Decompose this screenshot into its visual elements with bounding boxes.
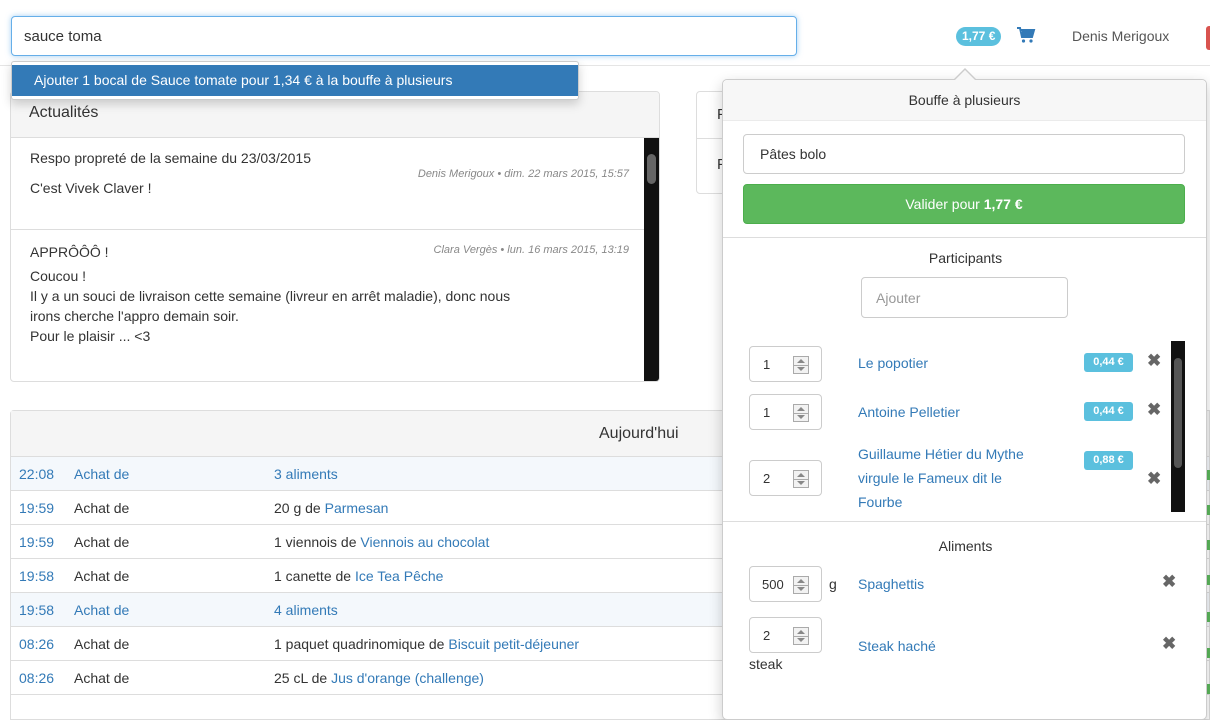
- time-link[interactable]: 22:08: [19, 457, 54, 491]
- item-prefix: 20 g de: [274, 500, 325, 516]
- quantity-stepper[interactable]: 500: [749, 566, 822, 602]
- news-item: APPRÔÔÔ ! Clara Vergès • lun. 16 mars 20…: [11, 230, 659, 356]
- purchase-link[interactable]: Achat de: [74, 457, 129, 491]
- remove-x-icon[interactable]: ✖: [1147, 400, 1161, 420]
- spinner-arrows-icon[interactable]: [793, 470, 809, 488]
- time-link[interactable]: 19:58: [19, 559, 54, 593]
- news-panel: Actualités Respo propreté de la semaine …: [10, 91, 660, 382]
- news-body-line: Il y a un souci de livraison cette semai…: [30, 288, 511, 304]
- aliment-link[interactable]: Spaghettis: [858, 572, 924, 596]
- autocomplete-dropdown: Ajouter 1 bocal de Sauce tomate pour 1,3…: [11, 61, 579, 100]
- news-scrollbar-thumb[interactable]: [647, 154, 656, 184]
- user-name-link[interactable]: Denis Merigoux: [1072, 28, 1169, 44]
- validate-label: Valider pour: [905, 196, 984, 212]
- participant-link[interactable]: Guillaume Hétier du Mythe virgule le Fame…: [858, 442, 1024, 514]
- top-bar: 1,77 € Denis Merigoux: [0, 0, 1210, 66]
- autocomplete-option[interactable]: Ajouter 1 bocal de Sauce tomate pour 1,3…: [12, 65, 578, 96]
- item-link[interactable]: Viennois au chocolat: [360, 534, 489, 550]
- remove-x-icon[interactable]: ✖: [1162, 634, 1176, 654]
- validate-amount: 1,77 €: [983, 196, 1023, 212]
- participant-amount-badge: 0,44 €: [1084, 402, 1133, 421]
- spinner-arrows-icon[interactable]: [793, 627, 809, 645]
- quantity-value: 500: [762, 577, 784, 592]
- participant-name-line: Guillaume Hétier du Mythe: [858, 446, 1024, 462]
- aliment-unit: g: [829, 576, 837, 592]
- participant-amount-badge: 0,88 €: [1084, 451, 1133, 470]
- item-link[interactable]: 4 aliments: [274, 602, 338, 618]
- item-prefix: 25 cL de: [274, 670, 332, 686]
- quantity-stepper[interactable]: 2: [749, 617, 822, 653]
- participants-title: Participants: [928, 250, 1003, 266]
- item-prefix: 1 viennois de: [274, 534, 361, 550]
- item-link[interactable]: 3 aliments: [274, 466, 338, 482]
- group-meal-popover: Bouffe à plusieurs Valider pour 1,77 € P…: [722, 79, 1207, 720]
- remove-x-icon[interactable]: ✖: [1147, 469, 1161, 489]
- meal-name-input[interactable]: [743, 134, 1185, 174]
- balance-badge[interactable]: 1,77 €: [956, 27, 1002, 46]
- validate-button[interactable]: Valider pour 1,77 €: [743, 184, 1185, 224]
- time-link[interactable]: 19:59: [19, 525, 54, 559]
- participant-name-line: virgule le Fameux dit le: [858, 470, 1002, 486]
- time-link[interactable]: 08:26: [19, 627, 54, 661]
- spinner-arrows-icon[interactable]: [793, 576, 809, 594]
- logout-button-edge[interactable]: [1206, 26, 1210, 50]
- news-item: Respo propreté de la semaine du 23/03/20…: [11, 138, 659, 230]
- item-link[interactable]: Jus d'orange (challenge): [331, 670, 484, 686]
- aliment-link[interactable]: Steak haché: [858, 634, 936, 658]
- quantity-stepper[interactable]: 1: [749, 394, 822, 430]
- aliments-title: Aliments: [938, 538, 993, 554]
- purchase-label: Achat de: [74, 500, 130, 516]
- news-body-line: irons cherche l'appro demain soir.: [30, 308, 239, 324]
- quantity-stepper[interactable]: 2: [749, 460, 822, 496]
- quantity-value: 1: [763, 357, 771, 372]
- time-link[interactable]: 19:58: [19, 593, 54, 627]
- aliment-unit: steak: [749, 656, 783, 672]
- item-prefix: 1 paquet quadrinomique de: [274, 636, 449, 652]
- quantity-value: 2: [763, 628, 771, 643]
- quantity-value: 1: [763, 405, 771, 420]
- popover-title: Bouffe à plusieurs: [723, 80, 1206, 121]
- purchase-label: Achat de: [74, 568, 130, 584]
- remove-x-icon[interactable]: ✖: [1162, 572, 1176, 592]
- purchase-label: Achat de: [74, 670, 130, 686]
- purchase-label: Achat de: [74, 636, 130, 652]
- news-meta: Denis Merigoux • dim. 22 mars 2015, 15:5…: [417, 168, 629, 180]
- search-input[interactable]: [11, 16, 797, 56]
- quantity-value: 2: [763, 471, 771, 486]
- item-link[interactable]: Biscuit petit-déjeuner: [448, 636, 579, 652]
- participant-amount-badge: 0,44 €: [1084, 353, 1133, 372]
- time-link[interactable]: 08:26: [19, 661, 54, 695]
- participant-link[interactable]: Antoine Pelletier: [858, 400, 960, 424]
- participants-scrollbar-thumb[interactable]: [1174, 358, 1182, 468]
- participant-link[interactable]: Le popotier: [858, 351, 928, 375]
- item-link[interactable]: Ice Tea Pêche: [355, 568, 443, 584]
- quantity-stepper[interactable]: 1: [749, 346, 822, 382]
- time-link[interactable]: 19:59: [19, 491, 54, 525]
- item-prefix: 1 canette de: [274, 568, 355, 584]
- item-link[interactable]: Parmesan: [325, 500, 389, 516]
- news-meta: Clara Vergès • lun. 16 mars 2015, 13:19: [433, 244, 629, 256]
- popover-arrow-inner: [955, 70, 975, 80]
- news-body-line: Coucou !: [30, 268, 87, 284]
- remove-x-icon[interactable]: ✖: [1147, 351, 1161, 371]
- participant-name-line: Fourbe: [858, 494, 903, 510]
- purchase-label: Achat de: [74, 534, 130, 550]
- spinner-arrows-icon[interactable]: [793, 404, 809, 422]
- spinner-arrows-icon[interactable]: [793, 356, 809, 374]
- shopping-cart-icon[interactable]: [1016, 25, 1036, 45]
- purchase-link[interactable]: Achat de: [74, 593, 129, 627]
- news-body-line: Pour le plaisir ... <3: [30, 328, 151, 344]
- add-participant-input[interactable]: [861, 277, 1068, 318]
